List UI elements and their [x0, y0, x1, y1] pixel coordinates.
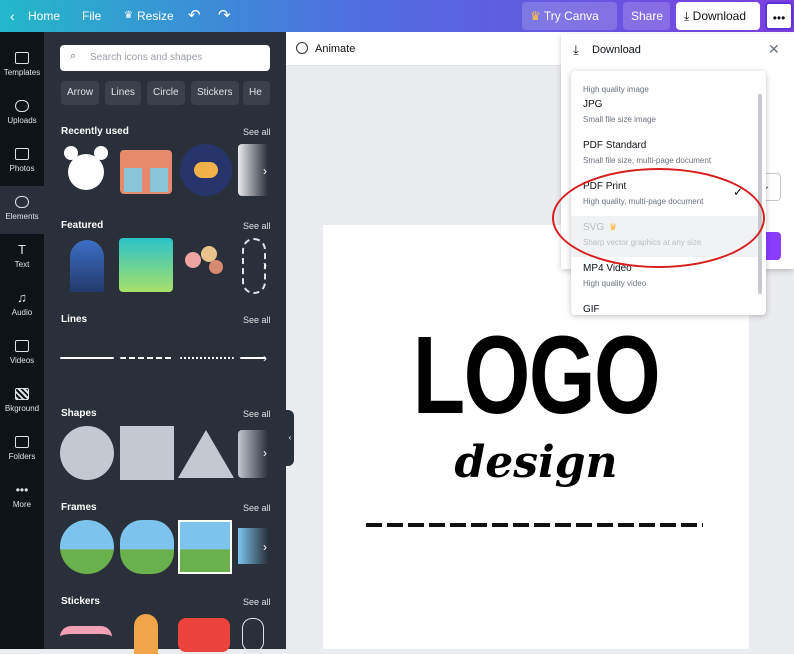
download-icon: ⤓	[684, 9, 690, 23]
templates-icon	[15, 52, 29, 64]
chip-circle[interactable]: Circle	[147, 81, 185, 105]
rail-item-audio[interactable]: ♫ Audio	[0, 282, 44, 330]
animate-button[interactable]: Animate	[315, 43, 355, 55]
left-rail: Templates Uploads Photos Elements T Text …	[0, 32, 44, 649]
top-bar: ‹ Home File ♛ Resize ↶ ↷ ♛ Try Canva Pro…	[0, 0, 794, 51]
flowers-sticker[interactable]	[179, 242, 231, 286]
section-title-featured: Featured	[61, 220, 104, 231]
photo-icon	[15, 148, 29, 160]
file-type-option-gif[interactable]: GIF	[571, 298, 758, 315]
video-icon	[15, 340, 29, 352]
see-all-link[interactable]: See all	[243, 221, 271, 231]
rail-item-videos[interactable]: Videos	[0, 330, 44, 378]
redo-icon[interactable]: ↷	[218, 0, 231, 32]
love-sticker[interactable]	[178, 618, 230, 652]
squiggle-sticker[interactable]	[60, 626, 112, 648]
resize-menu[interactable]: Resize	[137, 0, 174, 32]
triangle-shape[interactable]	[178, 430, 234, 478]
dotted-line[interactable]	[180, 357, 234, 359]
rail-item-background[interactable]: Bkground	[0, 378, 44, 426]
file-type-option-jpg[interactable]: JPG Small file size image	[571, 93, 758, 134]
dropdown-scrollbar[interactable]	[758, 94, 762, 294]
arch-window-graphic[interactable]	[70, 240, 104, 292]
file-menu[interactable]: File	[82, 0, 101, 32]
cloud-upload-icon	[15, 100, 29, 112]
share-button[interactable]: Share	[623, 2, 670, 30]
shapes-icon	[15, 196, 29, 208]
section-title-frames: Frames	[61, 502, 97, 513]
chevron-right-icon[interactable]: ›	[258, 446, 272, 460]
square-shape[interactable]	[120, 426, 174, 480]
download-panel-title: Download	[592, 44, 641, 56]
chevron-left-icon[interactable]: ‹	[10, 0, 15, 32]
rail-item-more[interactable]: ••• More	[0, 474, 44, 522]
highlight-ellipse	[552, 168, 765, 268]
chip-more[interactable]: He	[243, 81, 270, 105]
rail-item-uploads[interactable]: Uploads	[0, 90, 44, 138]
see-all-link[interactable]: See all	[243, 503, 271, 513]
background-icon	[15, 388, 29, 400]
solid-line[interactable]	[60, 357, 114, 359]
try-pro-button[interactable]: ♛ Try Canva Pro	[522, 2, 617, 51]
download-icon: ⤓	[573, 42, 579, 57]
crown-icon: ♛	[530, 9, 541, 23]
scalloped-frame[interactable]	[120, 520, 174, 574]
moon-sticker[interactable]	[180, 144, 232, 196]
undo-icon[interactable]: ↶	[188, 0, 201, 32]
design-script-text[interactable]: design	[323, 437, 749, 488]
home-link[interactable]: Home	[28, 0, 60, 32]
close-icon[interactable]: ✕	[768, 41, 780, 58]
gradient-background-graphic[interactable]	[119, 238, 173, 292]
arch-sticker[interactable]	[134, 614, 158, 654]
section-title-stickers: Stickers	[61, 596, 100, 607]
circle-shape[interactable]	[60, 426, 114, 480]
chip-arrow[interactable]: Arrow	[61, 81, 100, 105]
rail-item-text[interactable]: T Text	[0, 234, 44, 282]
elements-panel: ⌕ Search icons and shapes Arrow Lines Ci…	[44, 32, 286, 654]
chip-stickers[interactable]: Stickers	[191, 81, 239, 105]
see-all-link[interactable]: See all	[243, 597, 271, 607]
rail-item-photos[interactable]: Photos	[0, 138, 44, 186]
circle-frame[interactable]	[60, 520, 114, 574]
dashed-divider[interactable]	[366, 523, 703, 527]
animate-icon	[296, 42, 308, 54]
logo-text[interactable]: LOGO	[370, 321, 702, 431]
section-title-recently-used: Recently used	[61, 126, 129, 137]
rail-item-templates[interactable]: Templates	[0, 42, 44, 90]
rail-item-elements[interactable]: Elements	[0, 186, 44, 234]
chevron-right-icon[interactable]: ›	[258, 540, 272, 554]
collapse-panel-handle[interactable]: ‹	[286, 410, 294, 466]
square-frame[interactable]	[178, 520, 232, 574]
folder-icon	[15, 436, 29, 448]
more-options-button[interactable]: •••	[765, 2, 793, 30]
search-input[interactable]: ⌕ Search icons and shapes	[60, 45, 270, 71]
see-all-link[interactable]: See all	[243, 127, 271, 137]
more-dots-icon: •••	[15, 483, 29, 497]
section-title-lines: Lines	[61, 314, 88, 325]
download-button[interactable]: ⤓ Download	[676, 2, 760, 30]
binoculars-sticker[interactable]	[120, 150, 172, 194]
music-note-icon: ♫	[17, 290, 27, 305]
doodle-sticker[interactable]	[242, 618, 264, 652]
chevron-right-icon[interactable]: ›	[258, 164, 272, 178]
rail-item-folders[interactable]: Folders	[0, 426, 44, 474]
chevron-right-icon[interactable]: ›	[258, 258, 272, 272]
see-all-link[interactable]: See all	[243, 409, 271, 419]
text-icon: T	[18, 242, 26, 257]
see-all-link[interactable]: See all	[243, 315, 271, 325]
chip-lines[interactable]: Lines	[105, 81, 141, 105]
crown-icon: ♛	[124, 10, 133, 21]
chevron-right-icon[interactable]: ›	[258, 351, 272, 365]
teddy-bear-sticker[interactable]	[62, 142, 110, 198]
dashed-line[interactable]	[120, 357, 174, 359]
section-title-shapes: Shapes	[61, 408, 97, 419]
search-icon: ⌕	[70, 50, 77, 62]
